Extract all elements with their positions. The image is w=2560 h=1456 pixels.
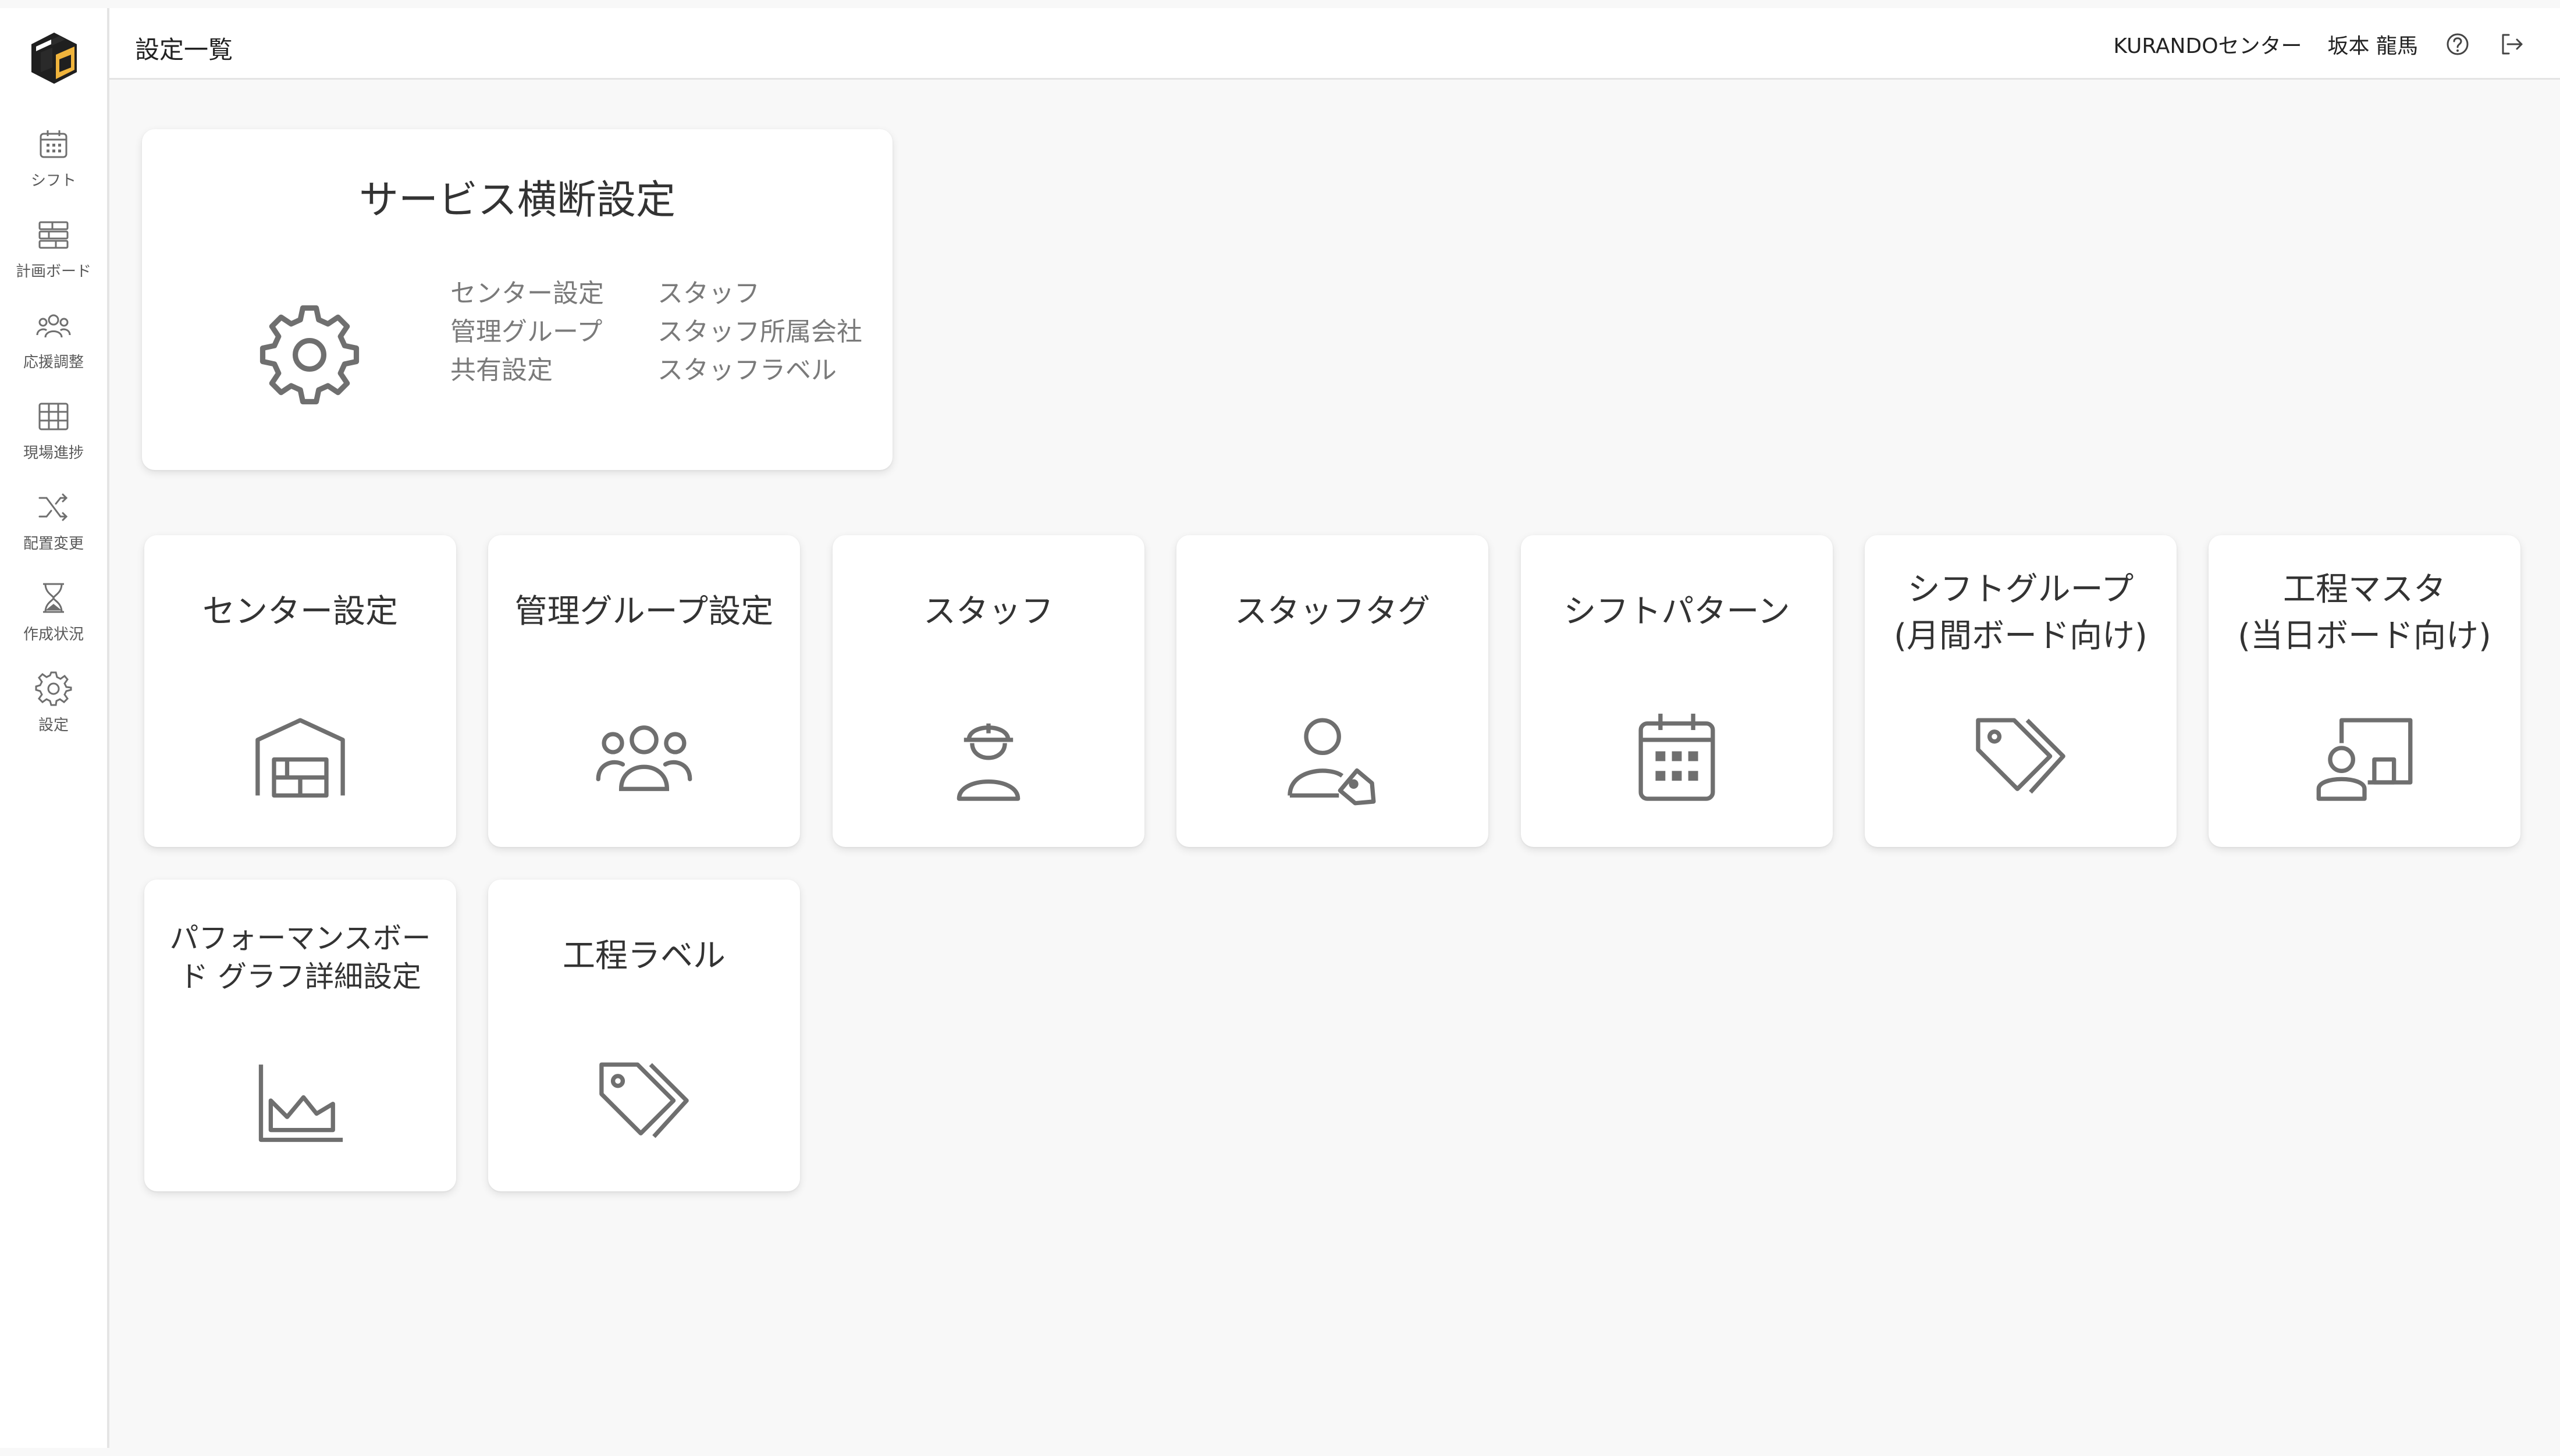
page-title: 設定一覧 bbox=[135, 35, 233, 64]
sidebar-item-label: シフト bbox=[30, 172, 76, 190]
tile-title: 管理グループ設定 bbox=[514, 593, 774, 631]
tile-title: パフォーマンスボー ド グラフ詳細設定 bbox=[144, 919, 456, 996]
tile-title: 工程マスタ (当日ボード向け) bbox=[2209, 567, 2520, 660]
group-icon bbox=[596, 725, 692, 791]
area-chart-icon bbox=[258, 1065, 343, 1142]
service-settings-card[interactable]: サービス横断設定 センター設定 管理グループ 共有設定 スタッフ スタッフ所属会… bbox=[142, 129, 893, 470]
top-header: 設定一覧 KURANDOセンター 坂本 龍馬 bbox=[109, 8, 2560, 80]
tile-title: センター設定 bbox=[202, 593, 398, 631]
tile-process-label[interactable]: 工程ラベル bbox=[488, 880, 800, 1191]
hourglass-icon bbox=[43, 583, 64, 613]
people-icon bbox=[36, 314, 71, 338]
tags-icon bbox=[1976, 718, 2065, 794]
service-settings-title: サービス横断設定 bbox=[358, 177, 675, 223]
tile-title: 工程ラベル bbox=[563, 937, 726, 975]
sidebar-item-label: 計画ボード bbox=[15, 263, 91, 280]
app-logo[interactable] bbox=[29, 31, 79, 85]
sidebar-item-site-progress[interactable]: 現場進捗 bbox=[0, 393, 107, 484]
tile-title-line1: パフォーマンスボー bbox=[169, 921, 431, 955]
sidebar-item-settings[interactable]: 設定 bbox=[0, 665, 107, 756]
service-links-right: スタッフ スタッフ所属会社 スタッフラベル bbox=[657, 275, 862, 390]
sidebar-item-label: 配置変更 bbox=[23, 535, 84, 553]
tags-icon bbox=[599, 1062, 689, 1138]
tile-title-line1: 工程マスタ bbox=[2283, 571, 2446, 608]
gear-icon bbox=[259, 305, 360, 405]
tile-performance-graph[interactable]: パフォーマンスボー ド グラフ詳細設定 bbox=[144, 880, 456, 1191]
link-shared-settings[interactable]: 共有設定 bbox=[450, 351, 604, 390]
warehouse-icon bbox=[255, 718, 345, 798]
tile-shift-group[interactable]: シフトグループ (月間ボード向け) bbox=[1865, 535, 2177, 847]
logout-icon[interactable] bbox=[2497, 30, 2525, 58]
sidebar-nav: シフト 計画ボード 応援調整 現場進捗 配置変更 作成状況 設定 bbox=[0, 121, 107, 756]
sidebar-item-creation-status[interactable]: 作成状況 bbox=[0, 575, 107, 665]
user-tag-icon bbox=[1288, 718, 1376, 806]
tile-title: スタッフタグ bbox=[1235, 593, 1430, 631]
tile-staff[interactable]: スタッフ bbox=[833, 535, 1144, 847]
tile-center-settings[interactable]: センター設定 bbox=[144, 535, 456, 847]
tile-title: シフトパターン bbox=[1563, 593, 1790, 631]
app-root: シフト 計画ボード 応援調整 現場進捗 配置変更 作成状況 設定 設定一覧 KU… bbox=[0, 0, 2560, 1456]
gear-icon bbox=[35, 671, 72, 706]
sidebar-item-shift[interactable]: シフト bbox=[0, 121, 107, 212]
table-icon bbox=[38, 403, 69, 430]
user-name[interactable]: 坂本 龍馬 bbox=[2328, 29, 2418, 59]
shuffle-icon bbox=[38, 493, 68, 521]
center-name[interactable]: KURANDOセンター bbox=[2113, 29, 2302, 59]
service-links-left: センター設定 管理グループ 共有設定 bbox=[450, 275, 604, 390]
sidebar-item-placement[interactable]: 配置変更 bbox=[0, 484, 107, 575]
tile-title: スタッフ bbox=[923, 593, 1054, 631]
sidebar-item-label: 現場進捗 bbox=[23, 444, 84, 462]
tile-title-line2: ド グラフ詳細設定 bbox=[179, 960, 421, 994]
sidebar: シフト 計画ボード 応援調整 現場進捗 配置変更 作成状況 設定 bbox=[0, 8, 109, 1448]
calendar-icon bbox=[40, 130, 67, 158]
tile-title-line2: (当日ボード向け) bbox=[2238, 617, 2491, 655]
header-right: KURANDOセンター 坂本 龍馬 bbox=[2113, 29, 2525, 59]
tile-shift-pattern[interactable]: シフトパターン bbox=[1521, 535, 1833, 847]
tile-staff-tag[interactable]: スタッフタグ bbox=[1176, 535, 1488, 847]
worker-icon bbox=[957, 723, 1021, 801]
link-staff-label[interactable]: スタッフラベル bbox=[657, 351, 862, 390]
board-icon bbox=[38, 221, 69, 249]
calendar-grid-icon bbox=[1638, 713, 1715, 801]
help-icon[interactable] bbox=[2444, 30, 2472, 58]
sidebar-item-label: 応援調整 bbox=[23, 354, 84, 371]
tile-title: シフトグループ (月間ボード向け) bbox=[1865, 567, 2177, 660]
sidebar-item-plan-board[interactable]: 計画ボード bbox=[0, 212, 107, 302]
link-staff-company[interactable]: スタッフ所属会社 bbox=[657, 313, 862, 351]
sidebar-item-label: 作成状況 bbox=[23, 626, 84, 643]
link-center-settings[interactable]: センター設定 bbox=[450, 275, 604, 313]
link-staff[interactable]: スタッフ bbox=[657, 275, 862, 313]
tile-process-master[interactable]: 工程マスタ (当日ボード向け) bbox=[2209, 535, 2520, 847]
tile-title-line1: シフトグループ bbox=[1907, 571, 2134, 608]
tile-management-group[interactable]: 管理グループ設定 bbox=[488, 535, 800, 847]
sidebar-item-support[interactable]: 応援調整 bbox=[0, 302, 107, 393]
tile-title-line2: (月間ボード向け) bbox=[1894, 617, 2147, 655]
sidebar-item-label: 設定 bbox=[38, 717, 69, 734]
presenter-icon bbox=[2316, 718, 2413, 801]
link-management-group[interactable]: 管理グループ bbox=[450, 313, 604, 351]
